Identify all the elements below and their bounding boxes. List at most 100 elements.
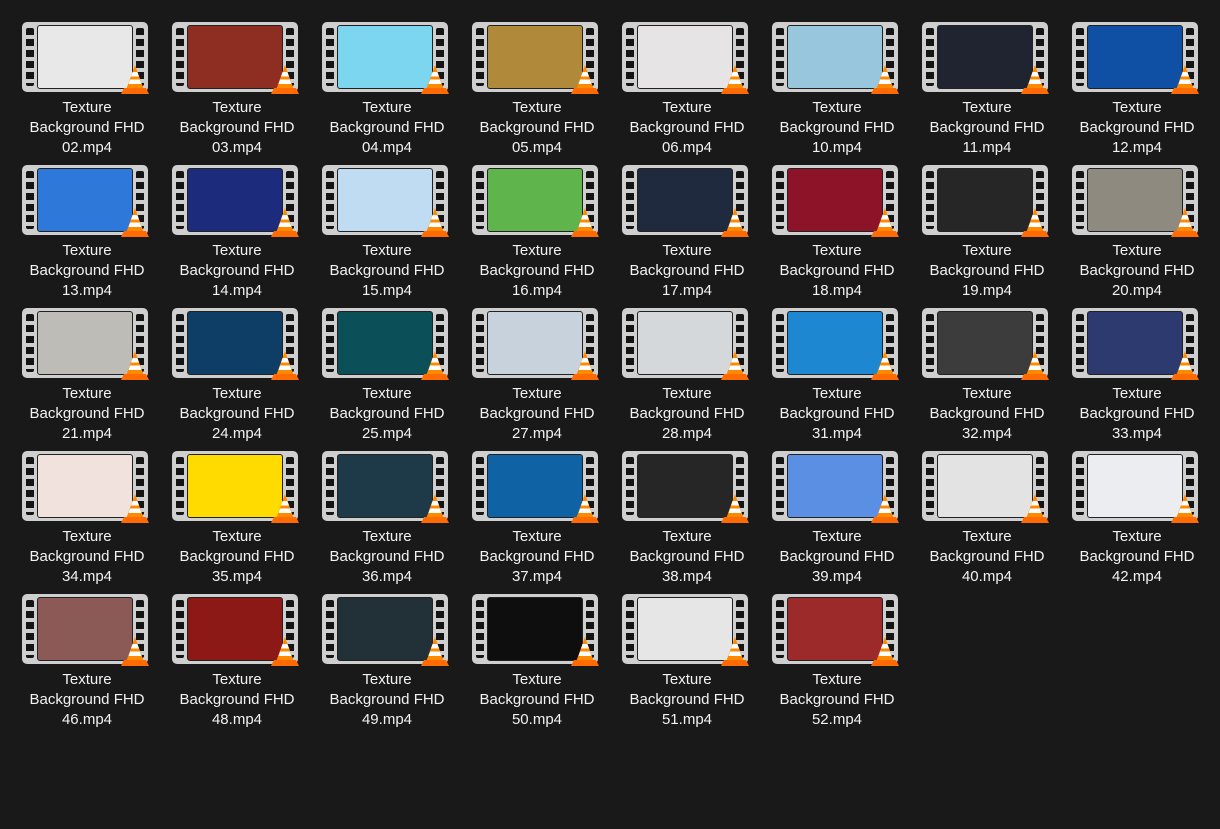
file-name-line: Background FHD: [779, 262, 895, 279]
file-name-line: 10.mp4: [811, 139, 863, 156]
file-grid: Texture Background FHD 02.mp4 Texture Backgr…: [12, 16, 1217, 829]
file-name-line: Background FHD: [629, 548, 745, 565]
file-item[interactable]: Texture Background FHD 31.mp4: [762, 302, 912, 445]
file-item[interactable]: Texture Background FHD 17.mp4: [612, 159, 762, 302]
file-name-line: Background FHD: [779, 691, 895, 708]
file-name-line: Texture: [362, 671, 412, 688]
file-item[interactable]: Texture Background FHD 11.mp4: [912, 16, 1062, 159]
file-item[interactable]: Texture Background FHD 05.mp4: [462, 16, 612, 159]
vlc-cone-icon: [271, 351, 299, 380]
video-thumbnail: [937, 25, 1033, 89]
file-name-line: Texture: [812, 528, 862, 545]
file-item[interactable]: Texture Background FHD 38.mp4: [612, 445, 762, 588]
file-item[interactable]: Texture Background FHD 15.mp4: [312, 159, 462, 302]
file-name-line: 05.mp4: [511, 139, 563, 156]
file-name-line: 27.mp4: [511, 425, 563, 442]
file-item[interactable]: Texture Background FHD 16.mp4: [462, 159, 612, 302]
file-name: Texture Background FHD 06.mp4: [612, 98, 762, 158]
file-item[interactable]: Texture Background FHD 33.mp4: [1062, 302, 1212, 445]
file-name-line: 13.mp4: [61, 282, 113, 299]
file-item[interactable]: Texture Background FHD 52.mp4: [762, 588, 912, 731]
file-name-line: Texture: [812, 242, 862, 259]
vlc-cone-icon: [271, 494, 299, 523]
vlc-cone-icon: [121, 351, 149, 380]
file-name-line: Background FHD: [479, 262, 595, 279]
file-name-line: Background FHD: [629, 119, 745, 136]
file-item[interactable]: Texture Background FHD 50.mp4: [462, 588, 612, 731]
file-item[interactable]: Texture Background FHD 04.mp4: [312, 16, 462, 159]
vlc-cone-icon: [1021, 494, 1049, 523]
file-item[interactable]: Texture Background FHD 20.mp4: [1062, 159, 1212, 302]
file-name-line: Background FHD: [629, 691, 745, 708]
file-item[interactable]: Texture Background FHD 40.mp4: [912, 445, 1062, 588]
file-item[interactable]: Texture Background FHD 25.mp4: [312, 302, 462, 445]
file-name: Texture Background FHD 16.mp4: [462, 241, 612, 301]
file-item[interactable]: Texture Background FHD 02.mp4: [12, 16, 162, 159]
file-name-line: 20.mp4: [1111, 282, 1163, 299]
file-item[interactable]: Texture Background FHD 28.mp4: [612, 302, 762, 445]
file-name-line: Texture: [962, 385, 1012, 402]
file-name-line: Texture: [962, 528, 1012, 545]
file-name: Texture Background FHD 18.mp4: [762, 241, 912, 301]
file-name-line: Background FHD: [779, 119, 895, 136]
file-name-line: Texture: [662, 528, 712, 545]
vlc-cone-icon: [1021, 351, 1049, 380]
file-name: Texture Background FHD 11.mp4: [912, 98, 1062, 158]
video-thumbnail: [487, 454, 583, 518]
vlc-cone-icon: [271, 208, 299, 237]
file-item[interactable]: Texture Background FHD 13.mp4: [12, 159, 162, 302]
file-item[interactable]: Texture Background FHD 51.mp4: [612, 588, 762, 731]
file-name-line: 51.mp4: [661, 711, 713, 728]
file-item[interactable]: Texture Background FHD 14.mp4: [162, 159, 312, 302]
file-name-line: Background FHD: [29, 548, 145, 565]
vlc-cone-icon: [271, 637, 299, 666]
file-name-line: Texture: [362, 242, 412, 259]
file-item[interactable]: Texture Background FHD 24.mp4: [162, 302, 312, 445]
file-item[interactable]: Texture Background FHD 46.mp4: [12, 588, 162, 731]
file-item[interactable]: Texture Background FHD 21.mp4: [12, 302, 162, 445]
file-name: Texture Background FHD 12.mp4: [1062, 98, 1212, 158]
video-thumbnail: [637, 454, 733, 518]
file-name-line: Texture: [62, 671, 112, 688]
file-name-line: 02.mp4: [61, 139, 113, 156]
file-item[interactable]: Texture Background FHD 19.mp4: [912, 159, 1062, 302]
file-name: Texture Background FHD 04.mp4: [312, 98, 462, 158]
file-name: Texture Background FHD 25.mp4: [312, 384, 462, 444]
file-item[interactable]: Texture Background FHD 36.mp4: [312, 445, 462, 588]
file-item[interactable]: Texture Background FHD 35.mp4: [162, 445, 312, 588]
file-name: Texture Background FHD 24.mp4: [162, 384, 312, 444]
file-name-line: Texture: [362, 528, 412, 545]
file-name-line: Texture: [512, 242, 562, 259]
file-item[interactable]: Texture Background FHD 37.mp4: [462, 445, 612, 588]
video-thumbnail: [1087, 168, 1183, 232]
file-item[interactable]: Texture Background FHD 10.mp4: [762, 16, 912, 159]
file-item[interactable]: Texture Background FHD 03.mp4: [162, 16, 312, 159]
vlc-cone-icon: [571, 65, 599, 94]
vlc-cone-icon: [721, 208, 749, 237]
video-thumbnail: [637, 597, 733, 661]
video-thumbnail: [187, 25, 283, 89]
file-name-line: 39.mp4: [811, 568, 863, 585]
file-item[interactable]: Texture Background FHD 48.mp4: [162, 588, 312, 731]
file-name-line: 04.mp4: [361, 139, 413, 156]
file-name-line: Background FHD: [29, 691, 145, 708]
file-name-line: Texture: [662, 242, 712, 259]
video-thumbnail: [487, 597, 583, 661]
file-name: Texture Background FHD 52.mp4: [762, 670, 912, 730]
file-item[interactable]: Texture Background FHD 27.mp4: [462, 302, 612, 445]
file-item[interactable]: Texture Background FHD 39.mp4: [762, 445, 912, 588]
file-item[interactable]: Texture Background FHD 49.mp4: [312, 588, 462, 731]
file-name: Texture Background FHD 33.mp4: [1062, 384, 1212, 444]
file-name-line: Background FHD: [1079, 548, 1195, 565]
file-name-line: Background FHD: [179, 119, 295, 136]
file-name-line: Texture: [512, 671, 562, 688]
file-item[interactable]: Texture Background FHD 34.mp4: [12, 445, 162, 588]
file-item[interactable]: Texture Background FHD 18.mp4: [762, 159, 912, 302]
file-item[interactable]: Texture Background FHD 32.mp4: [912, 302, 1062, 445]
file-name-line: 06.mp4: [661, 139, 713, 156]
file-item[interactable]: Texture Background FHD 42.mp4: [1062, 445, 1212, 588]
video-thumbnail: [37, 597, 133, 661]
file-item[interactable]: Texture Background FHD 12.mp4: [1062, 16, 1212, 159]
video-thumbnail: [787, 454, 883, 518]
file-item[interactable]: Texture Background FHD 06.mp4: [612, 16, 762, 159]
